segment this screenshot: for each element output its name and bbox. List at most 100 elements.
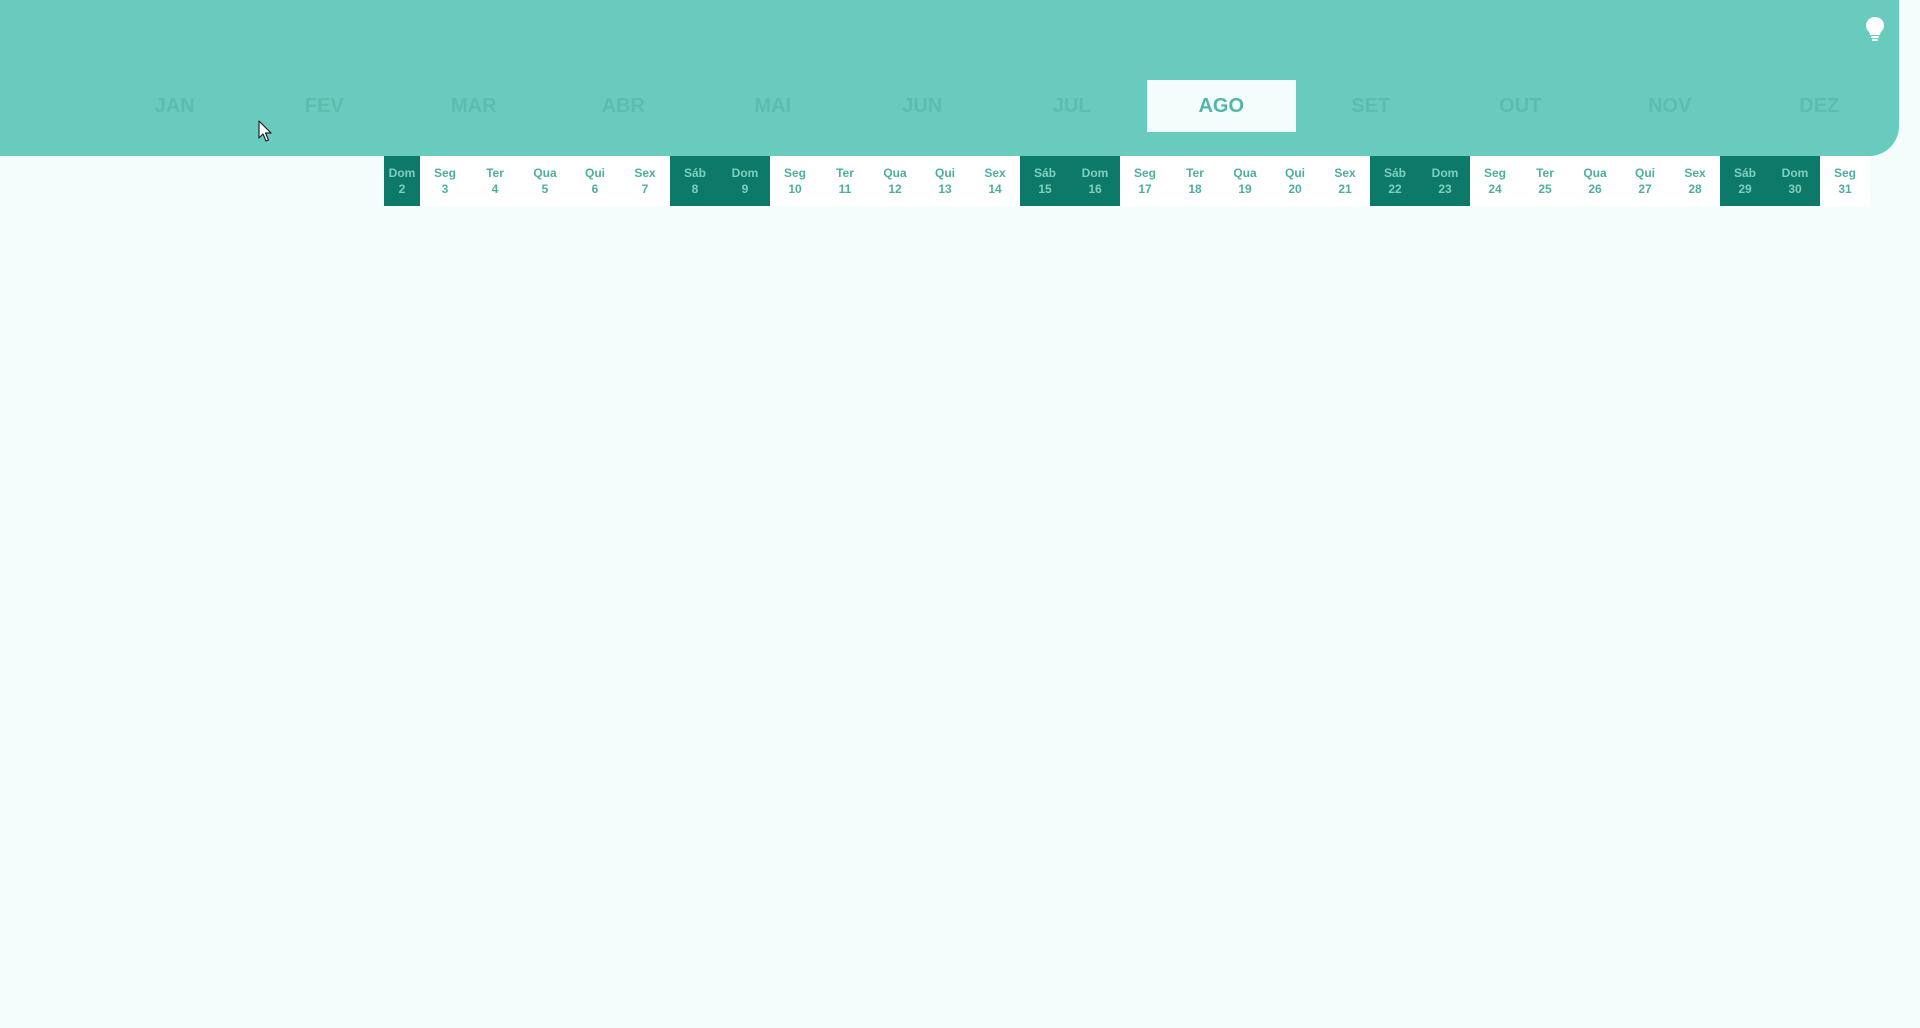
day-weekday-label: Qua [883,166,907,180]
day-weekday-label: Qui [935,166,955,180]
day-number-label: 31 [1838,182,1852,196]
day-weekday-label: Seg [1483,166,1506,180]
day-weekday-label: Dom [1081,166,1109,180]
day-weekday-label: Qua [1233,166,1257,180]
day-cell[interactable]: Qua 12 [870,156,920,206]
day-weekday-label: Sex [1684,166,1706,180]
day-number-label: 4 [491,182,499,196]
day-weekday-label: Qui [585,166,605,180]
tab-month-mai[interactable]: MAI [698,80,848,132]
header-bar: JAN FEV MAR ABR MAI JUN JUL AGO SET OUT NOV DEZ [0,0,1899,156]
day-number-label: 30 [1788,182,1802,196]
day-cell[interactable]: Dom 30 [1770,156,1820,206]
day-cell[interactable]: Sex 28 [1670,156,1720,206]
day-weekday-label: Sex [1334,166,1356,180]
tab-month-jan[interactable]: JAN [100,80,250,132]
day-weekday-label: Qua [533,166,557,180]
day-number-label: 11 [838,182,852,196]
day-cell[interactable]: Dom 9 [720,156,770,206]
tab-month-out[interactable]: OUT [1446,80,1596,132]
day-cell[interactable]: Sex 7 [620,156,670,206]
day-weekday-label: Sáb [1733,166,1756,180]
day-cell[interactable]: Dom 16 [1070,156,1120,206]
day-cell[interactable]: Seg 17 [1120,156,1170,206]
day-weekday-label: Sáb [1033,166,1056,180]
day-cell[interactable]: Qui 6 [570,156,620,206]
tab-month-jun[interactable]: JUN [848,80,998,132]
day-cell[interactable]: Seg 3 [420,156,470,206]
day-number-label: 18 [1188,182,1202,196]
day-weekday-label: Seg [433,166,456,180]
day-strip: Dom 2 Seg 3 Ter 4 Qua 5 Qui 6 Sex 7 Sáb 8 Dom 9 Seg 10 Ter… [384,156,1870,206]
day-number-label: 16 [1088,182,1102,196]
day-cell[interactable]: Qua 5 [520,156,570,206]
day-number-label: 6 [591,182,599,196]
day-cell[interactable]: Dom 2 [384,156,420,206]
day-number-label: 19 [1238,182,1252,196]
day-weekday-label: Qua [1583,166,1607,180]
tab-month-set[interactable]: SET [1296,80,1446,132]
day-cell[interactable]: Qui 20 [1270,156,1320,206]
day-weekday-label: Sáb [683,166,706,180]
day-cell[interactable]: Ter 18 [1170,156,1220,206]
day-weekday-label: Seg [1133,166,1156,180]
day-number-label: 13 [938,182,952,196]
day-cell[interactable]: Seg 31 [1820,156,1870,206]
day-number-label: 10 [788,182,802,196]
day-number-label: 14 [988,182,1002,196]
day-weekday-label: Ter [836,166,854,180]
day-number-label: 25 [1538,182,1552,196]
day-cell[interactable]: Qua 19 [1220,156,1270,206]
day-cell[interactable]: Qua 26 [1570,156,1620,206]
day-number-label: 22 [1388,182,1402,196]
day-weekday-label: Qui [1285,166,1305,180]
day-weekday-label: Ter [1536,166,1554,180]
day-weekday-label: Sex [634,166,656,180]
tab-month-abr[interactable]: ABR [549,80,699,132]
day-weekday-label: Seg [1833,166,1856,180]
day-weekday-label: Ter [1186,166,1204,180]
day-cell[interactable]: Qui 13 [920,156,970,206]
day-weekday-label: Sex [984,166,1006,180]
day-weekday-label: Dom [1431,166,1459,180]
tab-month-dez[interactable]: DEZ [1745,80,1895,132]
day-number-label: 17 [1138,182,1152,196]
day-cell[interactable]: Sáb 8 [670,156,720,206]
day-weekday-label: Sáb [1383,166,1406,180]
tab-month-mar[interactable]: MAR [399,80,549,132]
day-number-label: 3 [441,182,449,196]
day-number-label: 2 [398,182,406,196]
day-weekday-label: Qui [1635,166,1655,180]
day-cell[interactable]: Seg 10 [770,156,820,206]
day-weekday-label: Dom [731,166,759,180]
day-cell[interactable]: Sáb 29 [1720,156,1770,206]
day-number-label: 29 [1738,182,1752,196]
day-cell[interactable]: Sáb 15 [1020,156,1070,206]
tab-month-nov[interactable]: NOV [1595,80,1745,132]
day-number-label: 7 [641,182,649,196]
tab-month-ago[interactable]: AGO [1146,80,1296,132]
day-number-label: 8 [691,182,699,196]
day-number-label: 21 [1338,182,1352,196]
day-cell[interactable]: Dom 23 [1420,156,1470,206]
day-number-label: 12 [888,182,902,196]
lightbulb-icon[interactable] [1864,16,1886,42]
day-cell[interactable]: Qui 27 [1620,156,1670,206]
day-weekday-label: Seg [783,166,806,180]
day-cell[interactable]: Sex 21 [1320,156,1370,206]
day-cell[interactable]: Ter 4 [470,156,520,206]
day-cell[interactable]: Ter 25 [1520,156,1570,206]
day-cell[interactable]: Sex 14 [970,156,1020,206]
day-number-label: 5 [541,182,549,196]
tab-month-jul[interactable]: JUL [997,80,1147,132]
day-cell[interactable]: Ter 11 [820,156,870,206]
day-weekday-label: Dom [1781,166,1809,180]
mouse-pointer-icon [258,120,272,142]
day-number-label: 9 [741,182,749,196]
day-number-label: 15 [1038,182,1052,196]
day-number-label: 26 [1588,182,1602,196]
day-number-label: 24 [1488,182,1502,196]
day-cell[interactable]: Seg 24 [1470,156,1520,206]
day-cell[interactable]: Sáb 22 [1370,156,1420,206]
day-number-label: 28 [1688,182,1702,196]
